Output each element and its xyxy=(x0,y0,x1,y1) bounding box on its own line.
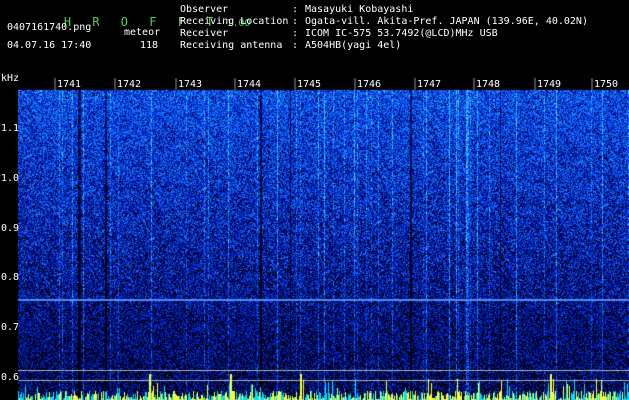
time-tick-label: 1744 xyxy=(237,79,262,90)
location-value: Ogata-vill. Akita-Pref. JAPAN (139.96E, … xyxy=(305,16,588,27)
separator: : xyxy=(292,40,299,51)
observer-label: Observer xyxy=(180,4,229,15)
separator: : xyxy=(292,4,299,15)
freq-tick-label: 0.6 xyxy=(1,372,20,383)
freq-tick-label: 0.9 xyxy=(1,223,20,234)
meteor-count: 118 xyxy=(140,40,159,51)
meteor-label: meteor xyxy=(124,27,161,38)
freq-tick-label: 0.8 xyxy=(1,272,20,283)
freq-tick-label: 1.0 xyxy=(1,173,20,184)
header-panel: H R O F F T 1.00 0407161740.png meteor 04… xyxy=(0,0,629,78)
freq-tick-label: 1.1 xyxy=(1,123,20,134)
freq-tick-label: 0.7 xyxy=(1,322,20,333)
antenna-value: A504HB(yagi 4el) xyxy=(305,40,402,51)
time-tick-label: 1741 xyxy=(57,79,82,90)
capture-datetime: 04.07.16 17:40 xyxy=(7,40,92,51)
time-tick-label: 1745 xyxy=(297,79,322,90)
freq-unit-label: kHz xyxy=(1,73,20,84)
location-label: Receiving Location xyxy=(180,16,289,27)
spectrogram-canvas xyxy=(0,78,629,400)
time-tick-label: 1748 xyxy=(476,79,501,90)
separator: : xyxy=(292,28,299,39)
receiver-label: Receiver xyxy=(180,28,229,39)
separator: : xyxy=(292,16,299,27)
receiver-value: ICOM IC-575 53.7492(@LCD)MHz USB xyxy=(305,28,498,39)
time-tick-label: 1742 xyxy=(117,79,142,90)
time-tick-label: 1750 xyxy=(594,79,619,90)
time-tick-label: 1746 xyxy=(357,79,382,90)
time-tick-label: 1747 xyxy=(417,79,442,90)
time-tick-label: 1743 xyxy=(178,79,203,90)
antenna-label: Receiving antenna xyxy=(180,40,283,51)
observer-value: Masayuki Kobayashi xyxy=(305,4,414,15)
image-filename: 0407161740.png xyxy=(7,22,92,33)
time-tick-label: 1749 xyxy=(537,79,562,90)
